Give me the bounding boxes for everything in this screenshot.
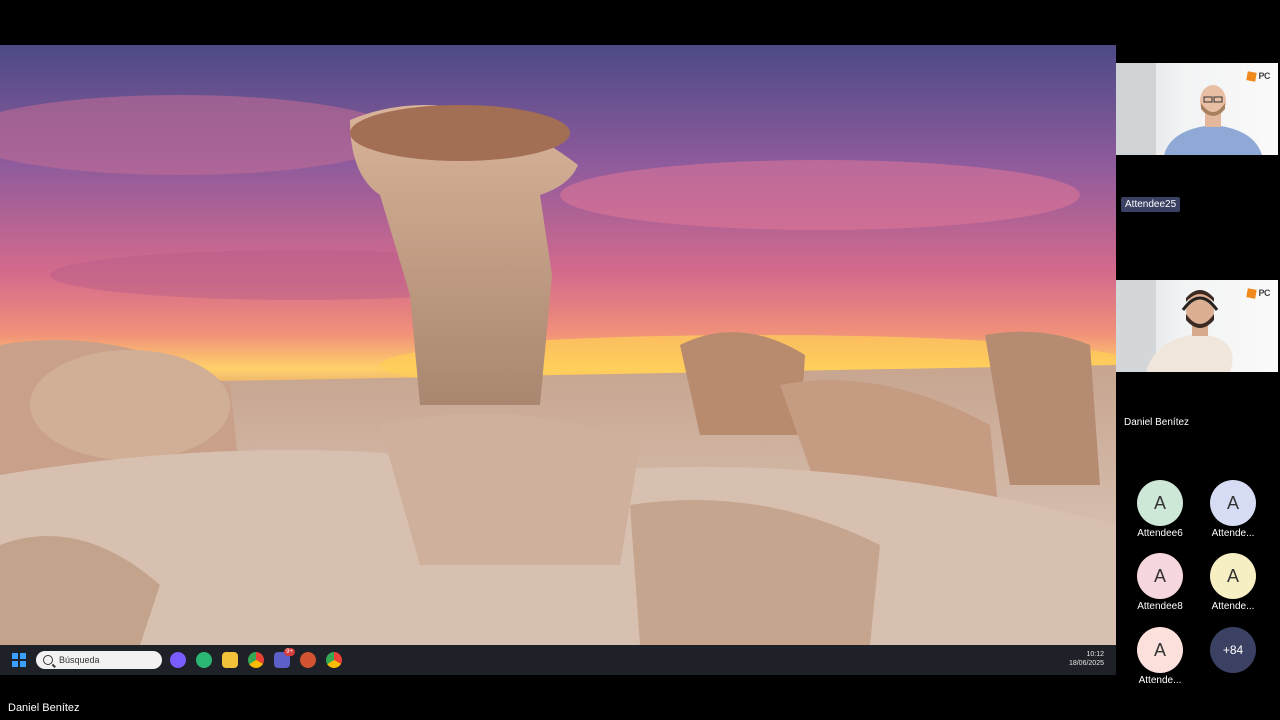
participant-name: Daniel Benítez — [1124, 417, 1190, 428]
presenter-name: Daniel Benítez — [8, 702, 80, 714]
participant-name-tag: Attendee25 — [1121, 197, 1181, 212]
chrome-icon[interactable] — [326, 652, 342, 668]
taskbar-search-box[interactable]: Búsqueda — [36, 651, 162, 669]
taskbar-clock[interactable]: 10:12 18/06/2025 — [1069, 650, 1104, 668]
wallpaper-landscape — [0, 45, 1116, 645]
participants-panel: PC Attendee25 PC Daniel Benítez A Attend… — [1116, 0, 1280, 720]
more-participants-button[interactable]: +84 — [1210, 627, 1256, 673]
shared-screen: Búsqueda 9+ 10:12 18/06/2025 — [0, 45, 1116, 675]
participant-label: Attendee6 — [1137, 528, 1183, 539]
avatar-circle: A — [1137, 480, 1183, 526]
participant-avatar[interactable]: A Attende... — [1203, 553, 1263, 612]
participant-label: Attende... — [1211, 601, 1255, 612]
teams-notification-badge: 9+ — [284, 648, 295, 656]
file-explorer-icon[interactable] — [222, 652, 238, 668]
avatar-circle: A — [1137, 627, 1183, 673]
powerpoint-icon[interactable] — [300, 652, 316, 668]
chrome-icon[interactable] — [248, 652, 264, 668]
participant-label: Attende... — [1211, 528, 1255, 539]
teams-icon[interactable]: 9+ — [274, 648, 295, 668]
participant-avatar[interactable]: A Attendee6 — [1130, 480, 1190, 539]
taskbar-date: 18/06/2025 — [1068, 660, 1104, 667]
desktop-wallpaper — [0, 45, 1116, 645]
windows-start-icon[interactable] — [12, 653, 26, 667]
participant-video-feed — [1116, 63, 1262, 155]
taskbar-search-placeholder: Búsqueda — [59, 655, 100, 665]
participant-label: Attende... — [1138, 675, 1182, 686]
windows-taskbar: Búsqueda 9+ 10:12 18/06/2025 — [0, 645, 1116, 675]
video-tile-daniel-benitez[interactable]: PC — [1116, 280, 1278, 372]
participant-video-feed — [1116, 280, 1233, 372]
avatar-circle: A — [1210, 553, 1256, 599]
taskbar-apps: 9+ — [170, 648, 342, 668]
search-icon — [43, 655, 53, 665]
copilot-icon[interactable] — [170, 652, 186, 668]
participant-avatar[interactable]: A Attendee8 — [1130, 553, 1190, 612]
participant-label: Attendee8 — [1137, 601, 1183, 612]
participant-avatar[interactable]: A Attende... — [1203, 480, 1263, 539]
taskbar-time: 10:12 — [1086, 651, 1104, 658]
video-tile-attendee25[interactable]: PC — [1116, 63, 1278, 155]
avatar-circle: A — [1210, 480, 1256, 526]
edge-icon[interactable] — [196, 652, 212, 668]
participant-avatar[interactable]: A Attende... — [1130, 627, 1190, 686]
avatar-circle: A — [1137, 553, 1183, 599]
